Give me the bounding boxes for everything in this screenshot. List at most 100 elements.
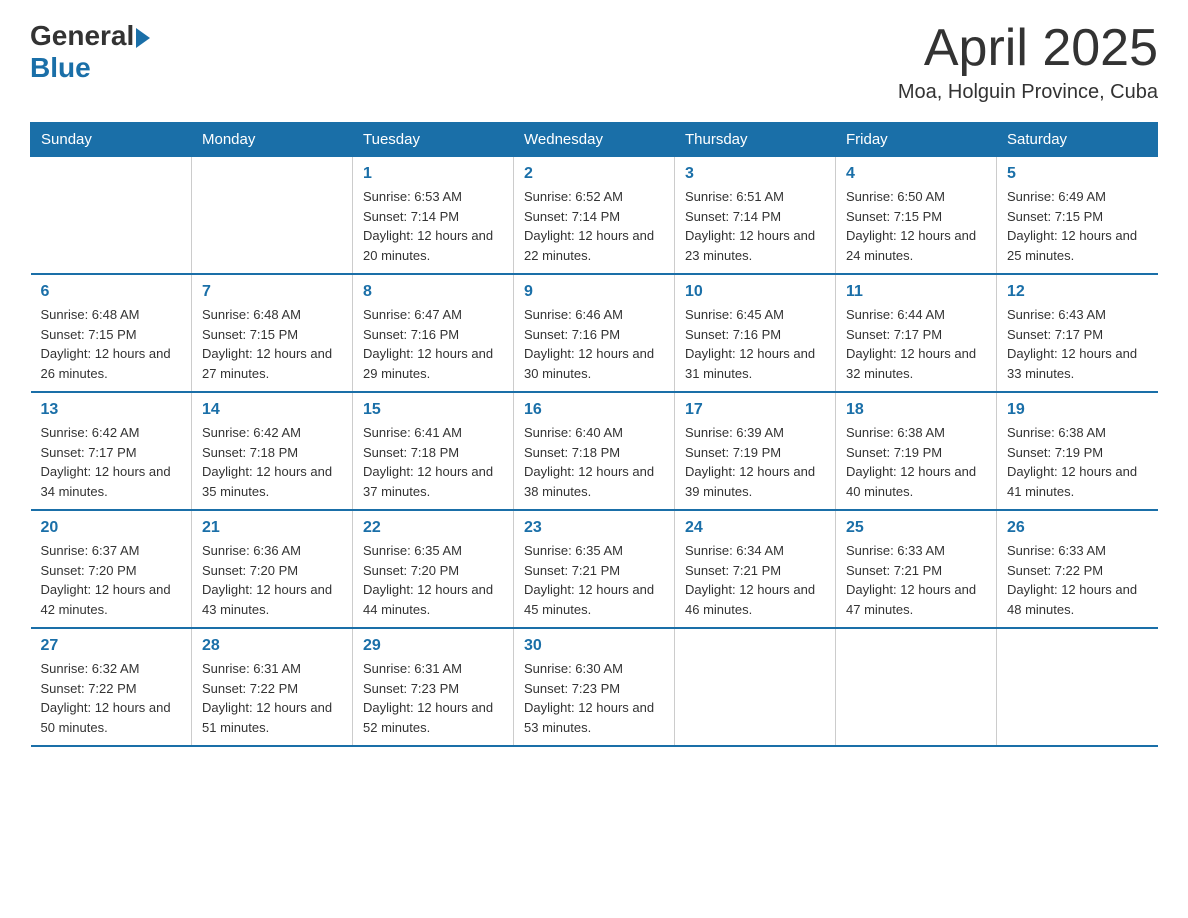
day-info: Sunrise: 6:45 AMSunset: 7:16 PMDaylight:… [685, 305, 825, 383]
title-block: April 2025 Moa, Holguin Province, Cuba [898, 20, 1158, 104]
day-info: Sunrise: 6:48 AMSunset: 7:15 PMDaylight:… [41, 305, 182, 383]
table-row: 28 Sunrise: 6:31 AMSunset: 7:22 PMDaylig… [192, 628, 353, 746]
day-number: 19 [1007, 401, 1148, 419]
day-info: Sunrise: 6:40 AMSunset: 7:18 PMDaylight:… [524, 423, 664, 501]
day-number: 15 [363, 401, 503, 419]
day-info: Sunrise: 6:42 AMSunset: 7:18 PMDaylight:… [202, 423, 342, 501]
day-number: 17 [685, 401, 825, 419]
table-row: 17 Sunrise: 6:39 AMSunset: 7:19 PMDaylig… [675, 392, 836, 510]
table-row: 23 Sunrise: 6:35 AMSunset: 7:21 PMDaylig… [514, 510, 675, 628]
day-number: 4 [846, 165, 986, 183]
table-row: 22 Sunrise: 6:35 AMSunset: 7:20 PMDaylig… [353, 510, 514, 628]
table-row: 20 Sunrise: 6:37 AMSunset: 7:20 PMDaylig… [31, 510, 192, 628]
table-row: 26 Sunrise: 6:33 AMSunset: 7:22 PMDaylig… [997, 510, 1158, 628]
table-row: 3 Sunrise: 6:51 AMSunset: 7:14 PMDayligh… [675, 157, 836, 275]
day-number: 21 [202, 519, 342, 537]
day-info: Sunrise: 6:34 AMSunset: 7:21 PMDaylight:… [685, 541, 825, 619]
table-row: 24 Sunrise: 6:34 AMSunset: 7:21 PMDaylig… [675, 510, 836, 628]
day-number: 10 [685, 283, 825, 301]
day-info: Sunrise: 6:50 AMSunset: 7:15 PMDaylight:… [846, 187, 986, 265]
day-info: Sunrise: 6:33 AMSunset: 7:21 PMDaylight:… [846, 541, 986, 619]
day-number: 8 [363, 283, 503, 301]
table-row: 8 Sunrise: 6:47 AMSunset: 7:16 PMDayligh… [353, 274, 514, 392]
day-number: 5 [1007, 165, 1148, 183]
day-number: 22 [363, 519, 503, 537]
day-number: 12 [1007, 283, 1148, 301]
col-sunday: Sunday [31, 123, 192, 157]
day-info: Sunrise: 6:37 AMSunset: 7:20 PMDaylight:… [41, 541, 182, 619]
day-number: 20 [41, 519, 182, 537]
day-info: Sunrise: 6:43 AMSunset: 7:17 PMDaylight:… [1007, 305, 1148, 383]
day-info: Sunrise: 6:52 AMSunset: 7:14 PMDaylight:… [524, 187, 664, 265]
logo-general: General [30, 20, 134, 52]
table-row: 10 Sunrise: 6:45 AMSunset: 7:16 PMDaylig… [675, 274, 836, 392]
table-row: 21 Sunrise: 6:36 AMSunset: 7:20 PMDaylig… [192, 510, 353, 628]
calendar-week-row: 27 Sunrise: 6:32 AMSunset: 7:22 PMDaylig… [31, 628, 1158, 746]
day-info: Sunrise: 6:32 AMSunset: 7:22 PMDaylight:… [41, 659, 182, 737]
day-number: 13 [41, 401, 182, 419]
day-number: 26 [1007, 519, 1148, 537]
calendar-week-row: 1 Sunrise: 6:53 AMSunset: 7:14 PMDayligh… [31, 157, 1158, 275]
day-info: Sunrise: 6:38 AMSunset: 7:19 PMDaylight:… [1007, 423, 1148, 501]
table-row: 12 Sunrise: 6:43 AMSunset: 7:17 PMDaylig… [997, 274, 1158, 392]
day-number: 14 [202, 401, 342, 419]
table-row: 9 Sunrise: 6:46 AMSunset: 7:16 PMDayligh… [514, 274, 675, 392]
logo-arrow-icon [136, 28, 150, 48]
day-info: Sunrise: 6:46 AMSunset: 7:16 PMDaylight:… [524, 305, 664, 383]
calendar-week-row: 20 Sunrise: 6:37 AMSunset: 7:20 PMDaylig… [31, 510, 1158, 628]
logo-blue: Blue [30, 52, 91, 84]
day-info: Sunrise: 6:33 AMSunset: 7:22 PMDaylight:… [1007, 541, 1148, 619]
day-info: Sunrise: 6:31 AMSunset: 7:23 PMDaylight:… [363, 659, 503, 737]
table-row: 6 Sunrise: 6:48 AMSunset: 7:15 PMDayligh… [31, 274, 192, 392]
day-number: 7 [202, 283, 342, 301]
table-row: 16 Sunrise: 6:40 AMSunset: 7:18 PMDaylig… [514, 392, 675, 510]
day-info: Sunrise: 6:31 AMSunset: 7:22 PMDaylight:… [202, 659, 342, 737]
page-subtitle: Moa, Holguin Province, Cuba [898, 81, 1158, 104]
day-number: 25 [846, 519, 986, 537]
day-info: Sunrise: 6:30 AMSunset: 7:23 PMDaylight:… [524, 659, 664, 737]
table-row [997, 628, 1158, 746]
day-info: Sunrise: 6:39 AMSunset: 7:19 PMDaylight:… [685, 423, 825, 501]
day-number: 29 [363, 637, 503, 655]
table-row: 7 Sunrise: 6:48 AMSunset: 7:15 PMDayligh… [192, 274, 353, 392]
day-info: Sunrise: 6:35 AMSunset: 7:21 PMDaylight:… [524, 541, 664, 619]
col-tuesday: Tuesday [353, 123, 514, 157]
day-number: 24 [685, 519, 825, 537]
table-row: 25 Sunrise: 6:33 AMSunset: 7:21 PMDaylig… [836, 510, 997, 628]
day-number: 3 [685, 165, 825, 183]
day-info: Sunrise: 6:42 AMSunset: 7:17 PMDaylight:… [41, 423, 182, 501]
col-saturday: Saturday [997, 123, 1158, 157]
day-info: Sunrise: 6:47 AMSunset: 7:16 PMDaylight:… [363, 305, 503, 383]
day-number: 9 [524, 283, 664, 301]
table-row: 13 Sunrise: 6:42 AMSunset: 7:17 PMDaylig… [31, 392, 192, 510]
day-number: 11 [846, 283, 986, 301]
table-row [836, 628, 997, 746]
table-row: 29 Sunrise: 6:31 AMSunset: 7:23 PMDaylig… [353, 628, 514, 746]
day-info: Sunrise: 6:44 AMSunset: 7:17 PMDaylight:… [846, 305, 986, 383]
day-info: Sunrise: 6:51 AMSunset: 7:14 PMDaylight:… [685, 187, 825, 265]
day-number: 28 [202, 637, 342, 655]
table-row [31, 157, 192, 275]
table-row: 5 Sunrise: 6:49 AMSunset: 7:15 PMDayligh… [997, 157, 1158, 275]
table-row: 2 Sunrise: 6:52 AMSunset: 7:14 PMDayligh… [514, 157, 675, 275]
table-row: 1 Sunrise: 6:53 AMSunset: 7:14 PMDayligh… [353, 157, 514, 275]
calendar-week-row: 13 Sunrise: 6:42 AMSunset: 7:17 PMDaylig… [31, 392, 1158, 510]
col-wednesday: Wednesday [514, 123, 675, 157]
day-info: Sunrise: 6:49 AMSunset: 7:15 PMDaylight:… [1007, 187, 1148, 265]
day-number: 18 [846, 401, 986, 419]
calendar-table: Sunday Monday Tuesday Wednesday Thursday… [30, 122, 1158, 747]
day-number: 2 [524, 165, 664, 183]
day-info: Sunrise: 6:53 AMSunset: 7:14 PMDaylight:… [363, 187, 503, 265]
col-monday: Monday [192, 123, 353, 157]
day-info: Sunrise: 6:48 AMSunset: 7:15 PMDaylight:… [202, 305, 342, 383]
table-row: 27 Sunrise: 6:32 AMSunset: 7:22 PMDaylig… [31, 628, 192, 746]
day-number: 23 [524, 519, 664, 537]
day-number: 16 [524, 401, 664, 419]
table-row: 14 Sunrise: 6:42 AMSunset: 7:18 PMDaylig… [192, 392, 353, 510]
logo: General Blue [30, 20, 150, 84]
calendar-week-row: 6 Sunrise: 6:48 AMSunset: 7:15 PMDayligh… [31, 274, 1158, 392]
col-thursday: Thursday [675, 123, 836, 157]
table-row [675, 628, 836, 746]
table-row: 15 Sunrise: 6:41 AMSunset: 7:18 PMDaylig… [353, 392, 514, 510]
day-number: 27 [41, 637, 182, 655]
